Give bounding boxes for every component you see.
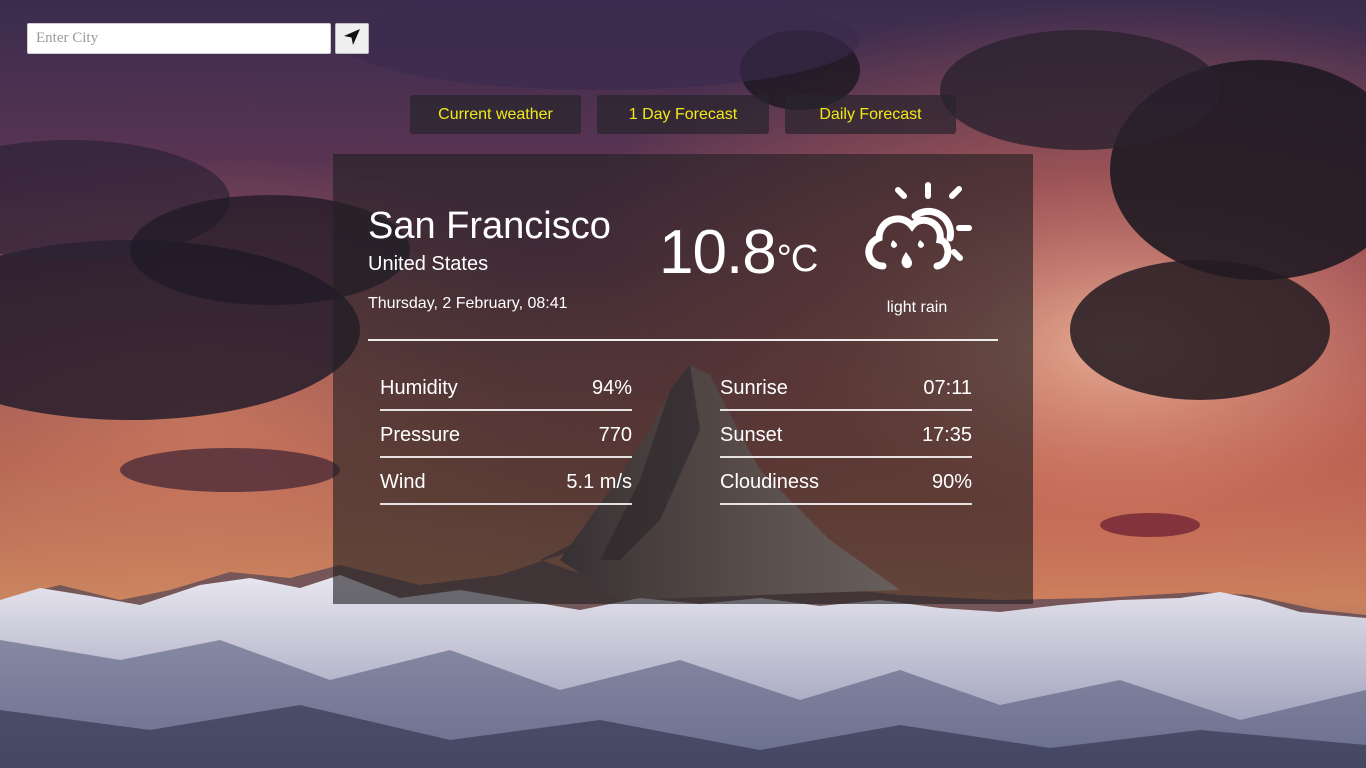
stat-label: Humidity <box>380 376 458 399</box>
stat-value: 5.1 m/s <box>566 470 632 493</box>
stat-wind: Wind 5.1 m/s <box>380 460 632 505</box>
temperature: 10.8°C <box>659 218 819 288</box>
location-arrow-icon <box>342 27 362 50</box>
stat-value: 94% <box>591 376 632 399</box>
stat-value: 17:35 <box>921 423 972 446</box>
stat-label: Pressure <box>380 423 461 446</box>
city-name: San Francisco <box>368 205 611 247</box>
forecast-tabs: Current weather 1 Day Forecast Daily For… <box>410 95 956 134</box>
stat-sunrise: Sunrise 07:11 <box>720 366 972 411</box>
stat-humidity: Humidity 94% <box>380 366 632 411</box>
city-search-bar <box>27 23 369 54</box>
date-time: Thursday, 2 February, 08:41 <box>368 295 568 312</box>
stat-label: Sunrise <box>720 376 788 399</box>
tab-current-weather[interactable]: Current weather <box>410 95 581 134</box>
stat-label: Wind <box>380 470 426 493</box>
temperature-unit: °C <box>776 238 819 280</box>
stat-sunset: Sunset 17:35 <box>720 413 972 458</box>
weather-description: light rain <box>886 299 948 316</box>
country-name: United States <box>368 253 489 275</box>
stats-right: Sunrise 07:11 Sunset 17:35 Cloudiness 90… <box>720 366 972 507</box>
stat-label: Cloudiness <box>720 470 819 493</box>
stats-left: Humidity 94% Pressure 770 Wind 5.1 m/s <box>380 366 632 507</box>
stat-pressure: Pressure 770 <box>380 413 632 458</box>
partly-cloudy-rain-icon <box>857 182 977 278</box>
city-search-input[interactable] <box>27 23 331 54</box>
temperature-value: 10.8 <box>659 218 777 287</box>
tab-1-day-forecast[interactable]: 1 Day Forecast <box>597 95 769 134</box>
stat-value: 07:11 <box>923 376 972 399</box>
weather-card: San Francisco United States Thursday, 2 … <box>333 154 1033 604</box>
stat-label: Sunset <box>720 423 783 446</box>
locate-button[interactable] <box>335 23 369 54</box>
tab-daily-forecast[interactable]: Daily Forecast <box>785 95 956 134</box>
divider <box>368 339 998 341</box>
stat-value: 90% <box>931 470 972 493</box>
stat-value: 770 <box>598 423 632 446</box>
stat-cloudiness: Cloudiness 90% <box>720 460 972 505</box>
